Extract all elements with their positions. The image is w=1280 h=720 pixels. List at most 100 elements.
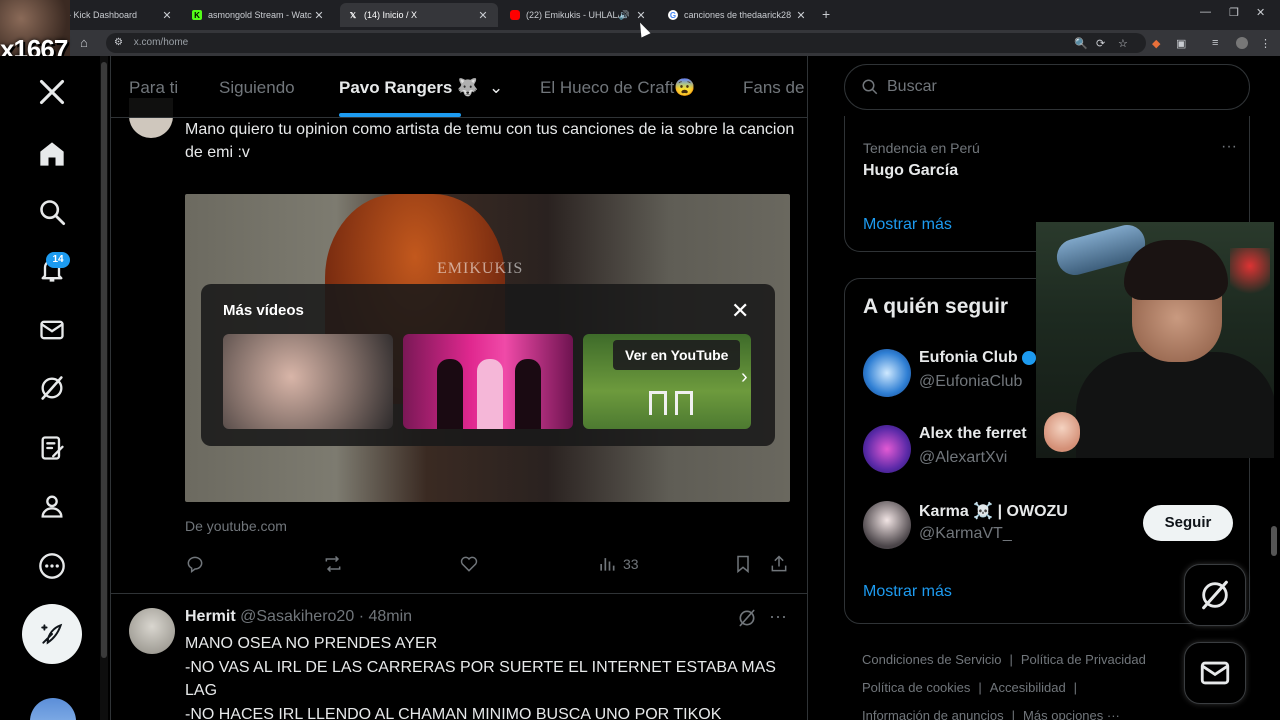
grok-icon[interactable] xyxy=(34,370,70,406)
grok-floating-button[interactable] xyxy=(1184,564,1246,626)
zoom-icon[interactable]: 🔍 xyxy=(1074,37,1088,50)
browser-tab-search[interactable]: G canciones de thedaarick28 - Bu ✕ xyxy=(660,3,816,27)
author-name[interactable]: Hermit xyxy=(185,608,236,625)
profile-avatar[interactable] xyxy=(1236,37,1248,49)
show-more-link[interactable]: Mostrar más xyxy=(863,216,952,234)
show-more-link[interactable]: Mostrar más xyxy=(863,583,952,601)
account-handle[interactable]: @EufoniaClub xyxy=(919,373,1022,391)
close-tab-icon[interactable]: ✕ xyxy=(634,9,648,22)
minimize-icon[interactable]: — xyxy=(1200,6,1211,18)
video-thumbnail[interactable] xyxy=(223,334,393,429)
translate-icon[interactable]: ⟳ xyxy=(1096,37,1105,50)
chevron-right-icon[interactable]: › xyxy=(741,366,748,389)
tweet-author-avatar[interactable] xyxy=(129,608,175,654)
account-name[interactable]: Eufonia Club xyxy=(919,349,1036,367)
trend-item[interactable]: Hugo García xyxy=(863,162,958,180)
views-button[interactable]: 33 xyxy=(597,554,639,574)
tweet-text: MANO OSEA NO PRENDES AYER -NO VAS AL IRL… xyxy=(185,635,776,720)
views-count: 33 xyxy=(623,556,639,572)
watch-on-youtube-button[interactable]: Ver en YouTube xyxy=(613,340,741,370)
browser-tab-youtube-emikukis[interactable]: (22) Emikukis - UHLALALA 🔊 ✕ xyxy=(502,3,656,27)
home-icon[interactable]: ⌂ xyxy=(80,35,88,50)
embedded-youtube-video[interactable]: EMIKUKIS Más vídeos ✕ › Ver en YouTube xyxy=(185,194,790,502)
footer-link-accessibility[interactable]: Accesibilidad xyxy=(990,680,1066,695)
footer-link-ads[interactable]: Información de anuncios xyxy=(862,708,1004,720)
extensions-puzzle-icon[interactable]: ▣ xyxy=(1176,37,1186,50)
scrollbar-thumb[interactable] xyxy=(101,62,107,658)
more-options-icon[interactable]: ··· xyxy=(1221,138,1237,156)
follow-button[interactable]: Seguir xyxy=(1143,505,1233,541)
footer-link-more[interactable]: Más opciones ··· xyxy=(1023,708,1120,720)
avatar[interactable] xyxy=(863,425,911,473)
tab-el-hueco-de-craft[interactable]: El Hueco de Craft😨 xyxy=(540,78,695,98)
scrollbar-thumb[interactable] xyxy=(1271,526,1277,556)
reply-icon[interactable] xyxy=(185,554,205,574)
author-handle[interactable]: @Sasakihero20 xyxy=(240,608,354,625)
sticker-emote xyxy=(1044,412,1080,452)
browser-menu-icon[interactable]: ⋮ xyxy=(1260,37,1271,50)
messages-floating-button[interactable] xyxy=(1184,642,1246,704)
close-tab-icon[interactable]: ✕ xyxy=(312,9,326,22)
account-handle[interactable]: @KarmaVT_ xyxy=(919,525,1012,543)
repost-icon[interactable] xyxy=(323,554,343,574)
close-tab-icon[interactable]: ✕ xyxy=(476,9,490,22)
avatar[interactable] xyxy=(863,349,911,397)
audio-playing-icon[interactable]: 🔊 xyxy=(619,10,630,21)
compose-feather-icon xyxy=(41,623,63,645)
account-handle[interactable]: @AlexartXvi xyxy=(919,449,1007,467)
share-icon[interactable] xyxy=(769,554,789,574)
tweet[interactable]: Mano quiero tu opinion como artista de t… xyxy=(111,98,807,594)
avatar[interactable] xyxy=(863,501,911,549)
footer-link-cookies[interactable]: Política de cookies xyxy=(862,680,970,695)
premium-edit-icon[interactable] xyxy=(34,430,70,466)
messages-envelope-icon[interactable] xyxy=(34,312,70,348)
footer-link-privacy[interactable]: Política de Privacidad xyxy=(1021,652,1146,667)
video-thumbnail[interactable] xyxy=(403,334,573,429)
search-input[interactable]: Buscar xyxy=(844,64,1250,110)
tweet-time[interactable]: 48min xyxy=(368,608,412,625)
more-options-icon[interactable]: ··· xyxy=(769,606,787,627)
grok-icon[interactable] xyxy=(737,608,757,633)
tab-title: canciones de thedaarick28 - Bu xyxy=(684,10,794,20)
account-avatar[interactable] xyxy=(30,698,76,720)
tab-pavo-rangers[interactable]: Pavo Rangers 🐺 ⌄ xyxy=(339,78,503,98)
more-options-icon[interactable] xyxy=(34,548,70,584)
new-tab-icon[interactable]: + xyxy=(822,6,830,22)
follow-suggestion[interactable]: Karma ☠️ | OWOZU @KarmaVT_ Seguir xyxy=(863,497,1243,553)
more-videos-title: Más vídeos xyxy=(223,302,304,319)
browser-tab-x-home[interactable]: 𝕏 (14) Inicio / X ✕ xyxy=(340,3,498,27)
tab-label: Pavo Rangers 🐺 xyxy=(339,78,479,97)
tab-siguiendo[interactable]: Siguiendo xyxy=(219,78,295,98)
link-source[interactable]: De youtube.com xyxy=(185,518,287,534)
tab-para-ti[interactable]: Para ti xyxy=(129,78,178,98)
site-info-icon[interactable]: ⚙ xyxy=(114,37,123,48)
close-tab-icon[interactable]: ✕ xyxy=(160,9,174,22)
media-control-icon[interactable]: ≡ xyxy=(1212,37,1218,49)
chevron-down-icon[interactable]: ⌄ xyxy=(489,78,503,97)
tweet-actions: 33 xyxy=(185,554,795,578)
close-tab-icon[interactable]: ✕ xyxy=(794,9,808,22)
bookmark-star-icon[interactable]: ☆ xyxy=(1118,37,1128,50)
account-name[interactable]: Karma ☠️ | OWOZU xyxy=(919,501,1068,521)
trend-context: Tendencia en Perú xyxy=(863,140,980,156)
close-icon[interactable]: ✕ xyxy=(731,298,749,324)
address-bar[interactable]: ⚙ x.com/home xyxy=(106,33,1146,53)
who-to-follow-title: A quién seguir xyxy=(863,295,1009,318)
home-nav-icon[interactable] xyxy=(34,136,70,172)
tab-fans-de[interactable]: Fans de xyxy=(743,78,804,98)
browser-tab-asmongold[interactable]: K asmongold Stream - Watch Live ✕ xyxy=(184,3,334,27)
window-close-icon[interactable]: ✕ xyxy=(1256,6,1265,19)
x-logo-icon[interactable] xyxy=(34,74,70,110)
compose-post-button[interactable] xyxy=(22,604,82,664)
like-heart-icon[interactable] xyxy=(459,554,479,574)
maximize-icon[interactable]: ❐ xyxy=(1229,6,1239,19)
bookmark-icon[interactable] xyxy=(733,554,753,574)
account-name[interactable]: Alex the ferret xyxy=(919,425,1027,443)
extension-icon[interactable]: ◆ xyxy=(1152,37,1160,50)
left-scrollbar[interactable] xyxy=(100,56,108,720)
x-favicon-icon: 𝕏 xyxy=(349,10,357,20)
explore-search-icon[interactable] xyxy=(34,194,70,230)
footer-link-terms[interactable]: Condiciones de Servicio xyxy=(862,652,1001,667)
profile-icon[interactable] xyxy=(34,488,70,524)
tweet[interactable]: Hermit @Sasakihero20 · 48min ··· MANO OS… xyxy=(111,594,807,720)
